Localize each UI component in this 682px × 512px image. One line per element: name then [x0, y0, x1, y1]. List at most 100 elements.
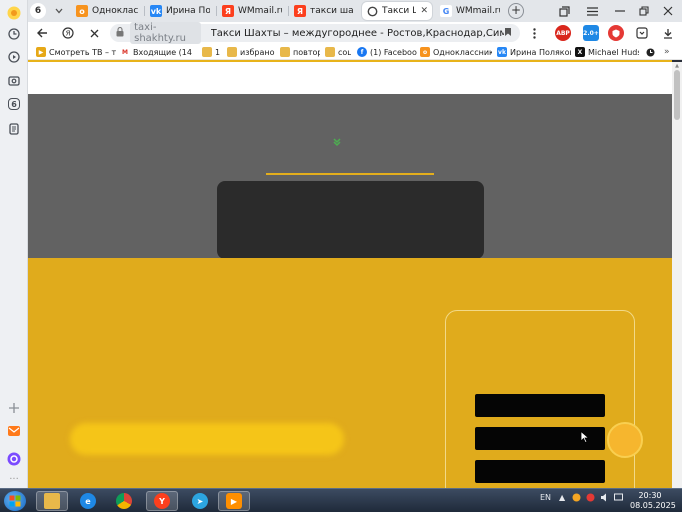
- tv-icon: ▶: [36, 47, 46, 57]
- notifications-icon[interactable]: [614, 493, 623, 504]
- callback-button[interactable]: [607, 422, 643, 458]
- minimize-icon[interactable]: [612, 3, 628, 19]
- clock-time: 20:30: [638, 491, 662, 500]
- yandex-home-icon[interactable]: Я: [60, 25, 76, 41]
- taskbar-explorer[interactable]: [36, 491, 68, 511]
- tab-wmmail-2[interactable]: G WMmail.ru - ...: [436, 2, 504, 20]
- page-header-band: [28, 62, 672, 94]
- tray-network-icon[interactable]: [586, 493, 595, 504]
- facebook-icon: f: [357, 47, 367, 57]
- chevron-down-icon[interactable]: [51, 3, 67, 19]
- tab-label: Одноклассники: [92, 6, 138, 16]
- alice-assistant-icon[interactable]: [5, 450, 23, 468]
- more-icon[interactable]: ···: [5, 470, 23, 488]
- play-icon[interactable]: [5, 48, 23, 66]
- taskbar-chrome[interactable]: [108, 491, 140, 511]
- taskbar-yandex-browser[interactable]: Y: [146, 491, 178, 511]
- odnoklassniki-icon: o: [420, 47, 430, 57]
- menu-icon[interactable]: [584, 3, 600, 19]
- folder-icon: [280, 47, 290, 57]
- url-domain: taxi-shakhty.ru: [130, 22, 201, 44]
- tab-vk-irina[interactable]: vk Ирина Полякова: [146, 2, 214, 20]
- screenshot-icon[interactable]: [5, 72, 23, 90]
- page-scrollbar[interactable]: ▲: [672, 62, 682, 488]
- tab-manager-icon[interactable]: [556, 3, 572, 19]
- bookmark-label: соц: [338, 47, 351, 57]
- more-options-icon[interactable]: [526, 25, 542, 41]
- yandex-logo-icon[interactable]: [5, 4, 23, 22]
- tab-wmmail-1[interactable]: Я WMmail.ru - ...: [218, 2, 286, 20]
- collections-icon[interactable]: [5, 120, 23, 138]
- history-icon[interactable]: [5, 25, 23, 43]
- form-field-phone[interactable]: [475, 460, 605, 483]
- bookmark-odnoklassniki[interactable]: o Одноклассники: [420, 45, 492, 59]
- tab-label: Такси Шахты: [382, 6, 416, 16]
- close-tab-icon[interactable]: ✕: [420, 6, 428, 16]
- bookmark-label: повтор: [293, 47, 320, 57]
- tab-odnoklassniki[interactable]: o Одноклассники: [72, 2, 142, 20]
- back-icon[interactable]: [34, 25, 50, 41]
- bookmark-folder-soc[interactable]: соц: [325, 45, 351, 59]
- add-panel-icon[interactable]: [5, 399, 23, 417]
- globe-icon: e: [80, 493, 96, 509]
- taskbar-ie[interactable]: e: [72, 491, 104, 511]
- system-clock[interactable]: 20:30 08.05.2025: [630, 491, 676, 511]
- start-button-icon[interactable]: [4, 491, 26, 511]
- tab-count-icon[interactable]: 6: [8, 98, 20, 110]
- bookmark-label: (1) Facebook: [370, 47, 417, 57]
- order-form: [445, 310, 635, 488]
- bookmark-folder-favorites[interactable]: избраное: [227, 45, 275, 59]
- stop-loading-icon[interactable]: [86, 25, 102, 41]
- vk-icon: vk: [497, 47, 507, 57]
- tab-counter-button[interactable]: 6: [30, 3, 46, 19]
- bookmark-tv[interactable]: ▶ Смотреть ТВ – те: [36, 45, 116, 59]
- bookmarks-overflow-icon[interactable]: »: [664, 45, 676, 59]
- svg-text:Я: Я: [66, 30, 71, 38]
- bookmark-folder-1[interactable]: 1: [202, 45, 222, 59]
- tab-taxi-search[interactable]: Я такси шахты: [290, 2, 358, 20]
- hero-section: [28, 94, 672, 259]
- bookmark-icon[interactable]: [504, 27, 512, 40]
- close-window-icon[interactable]: [660, 3, 676, 19]
- url-field[interactable]: taxi-shakhty.ru Такси Шахты – междугород…: [110, 22, 520, 44]
- adblock-extension-icon[interactable]: ABP: [555, 25, 571, 41]
- tab-taxi-shakhty[interactable]: Такси Шахты ✕: [362, 2, 432, 20]
- tray-app-icon[interactable]: [572, 493, 581, 504]
- scrollbar-thumb[interactable]: [674, 70, 680, 120]
- bookmark-x[interactable]: X Michael Hudson: [575, 45, 639, 59]
- clock-date: 08.05.2025: [630, 501, 676, 510]
- telegram-icon: ➤: [192, 493, 208, 509]
- yandex-icon: Я: [294, 5, 306, 17]
- tray-overflow-icon[interactable]: ▲: [559, 493, 565, 502]
- call-to-action-button[interactable]: [70, 423, 344, 455]
- taskbar-telegram[interactable]: ➤: [184, 491, 216, 511]
- pocket-icon[interactable]: [634, 25, 650, 41]
- bookmark-clock[interactable]: [646, 45, 658, 59]
- scroll-up-icon[interactable]: ▲: [674, 63, 680, 69]
- chevron-down-icon[interactable]: [332, 137, 342, 147]
- restore-icon[interactable]: [636, 3, 652, 19]
- taskbar-media-player[interactable]: ▶: [218, 491, 250, 511]
- clock-icon: [646, 48, 655, 56]
- mail-app-icon[interactable]: [5, 422, 23, 440]
- protect-extension-icon[interactable]: [608, 25, 624, 41]
- bookmark-vk[interactable]: vk Ирина Полякова: [497, 45, 571, 59]
- bookmark-facebook[interactable]: f (1) Facebook: [357, 45, 417, 59]
- page-title: Такси Шахты – междугороднее - Ростов,Кра…: [210, 27, 505, 39]
- lock-icon[interactable]: [116, 26, 126, 40]
- form-field-from[interactable]: [475, 394, 605, 417]
- new-tab-button[interactable]: +: [508, 3, 524, 19]
- download-icon[interactable]: [660, 25, 676, 41]
- volume-icon[interactable]: [600, 493, 610, 504]
- loading-spinner-icon: [366, 5, 378, 17]
- tab-separator: [144, 6, 145, 16]
- bookmarks-bar: ▶ Смотреть ТВ – те M Входящие (146) 1 из…: [28, 44, 682, 60]
- yandex-icon: Я: [222, 5, 234, 17]
- mouse-cursor-icon: [580, 431, 590, 443]
- screen: 6 ··· 6 o Одноклассники vk Ирина Поляков…: [0, 0, 682, 512]
- x-icon: X: [575, 47, 585, 57]
- language-indicator[interactable]: EN: [540, 493, 551, 502]
- extension-icon[interactable]: 2.0+: [583, 25, 599, 41]
- bookmark-folder-repeat[interactable]: повтор: [280, 45, 320, 59]
- bookmark-gmail[interactable]: M Входящие (146): [120, 45, 192, 59]
